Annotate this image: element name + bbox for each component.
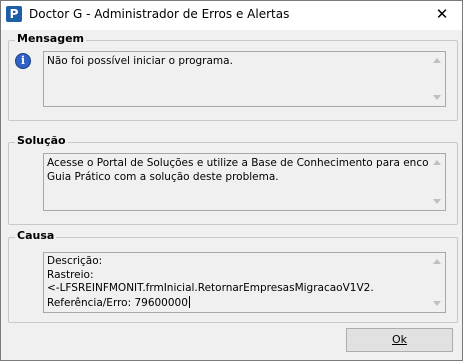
causa-line: Descrição:	[47, 255, 103, 267]
causa-title: Causa	[15, 229, 57, 242]
dialog-window: P Doctor G - Administrador de Erros e Al…	[0, 0, 463, 361]
causa-line: Referência/Erro: 79600000	[47, 296, 188, 309]
solucao-line: Acesse o Portal de Soluções e utilize a …	[47, 157, 446, 169]
solucao-textbox[interactable]: Acesse o Portal de Soluções e utilize a …	[43, 153, 446, 211]
title-bar[interactable]: P Doctor G - Administrador de Erros e Al…	[1, 1, 462, 30]
mensagem-text: Não foi possível iniciar o programa.	[47, 55, 233, 67]
causa-line-last: Referência/Erro: 79600000	[47, 295, 427, 311]
scroll-down-arrow-icon[interactable]	[433, 301, 441, 306]
scroll-down-arrow-icon[interactable]	[433, 95, 441, 100]
text-caret	[188, 295, 190, 308]
window-title: Doctor G - Administrador de Erros e Aler…	[29, 7, 290, 21]
causa-textbox[interactable]: Descrição: Rastreio: <-LFSREINFMONIT.frm…	[43, 252, 446, 313]
mensagem-title: Mensagem	[15, 32, 87, 45]
app-logo-letter: P	[9, 7, 19, 21]
info-icon: i	[15, 53, 31, 69]
close-button[interactable]: ✕	[428, 3, 456, 25]
mensagem-textbox[interactable]: Não foi possível iniciar o programa.	[43, 51, 446, 107]
scroll-up-arrow-icon[interactable]	[433, 160, 441, 165]
solucao-title: Solução	[15, 134, 68, 147]
solucao-scrollbar[interactable]	[429, 154, 445, 210]
scroll-up-arrow-icon[interactable]	[433, 58, 441, 63]
scroll-up-arrow-icon[interactable]	[433, 259, 441, 264]
causa-line: <-LFSREINFMONIT.frmInicial.RetornarEmpre…	[47, 282, 374, 294]
causa-scrollbar[interactable]	[429, 253, 445, 312]
app-logo-icon: P	[6, 6, 22, 22]
mensagem-scrollbar[interactable]	[429, 52, 445, 106]
causa-line: Rastreio:	[47, 268, 94, 281]
ok-button[interactable]: Ok	[346, 328, 453, 352]
scroll-down-arrow-icon[interactable]	[433, 199, 441, 204]
solucao-line: Guia Prático com a solução deste problem…	[47, 171, 279, 183]
